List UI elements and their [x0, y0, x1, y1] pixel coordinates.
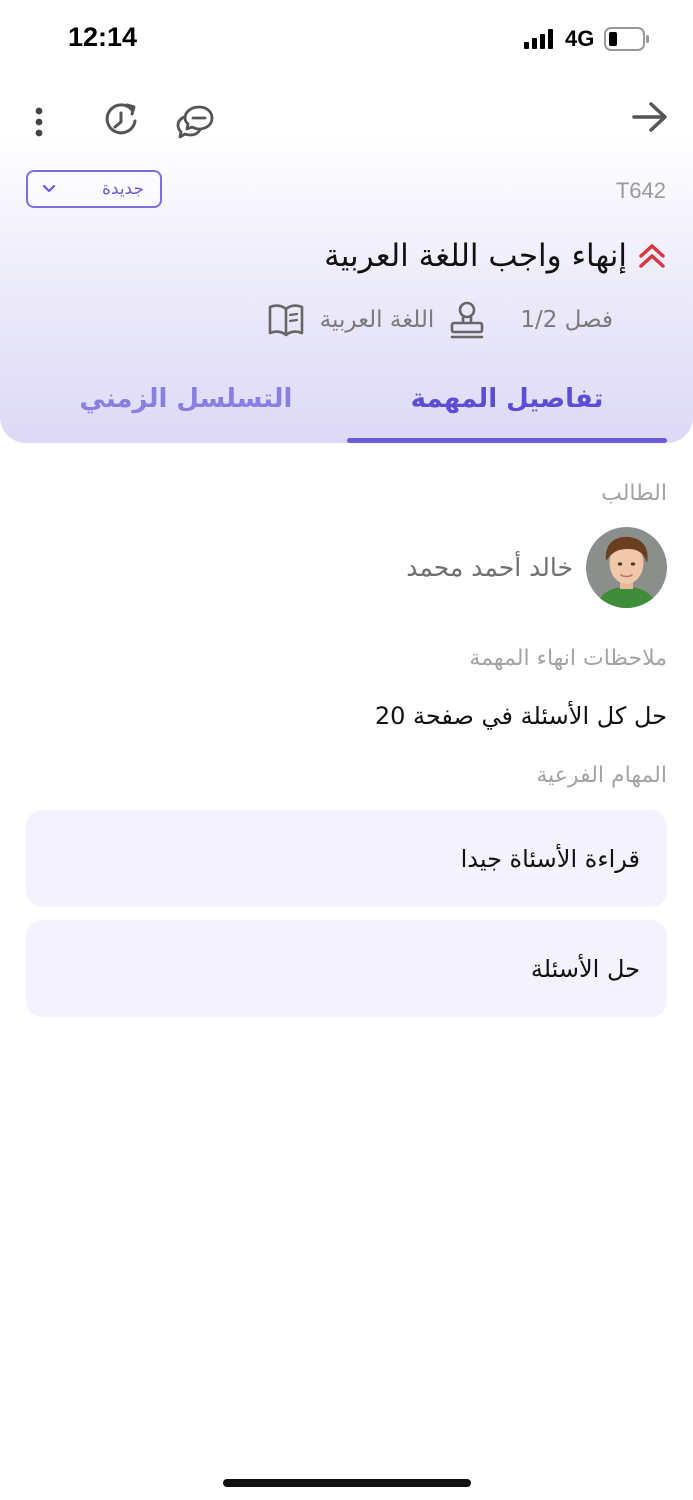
student-label: الطالب	[601, 481, 667, 506]
chat-button[interactable]	[174, 100, 216, 142]
student-name: خالد أحمد محمد	[406, 553, 573, 582]
active-tab-indicator	[347, 438, 667, 443]
status-dropdown[interactable]: جديدة	[26, 170, 162, 208]
tab-timeline[interactable]: التسلسل الزمني	[26, 384, 346, 414]
class-label: فصل 1/2	[520, 307, 613, 333]
back-button[interactable]	[630, 98, 670, 136]
battery-icon	[604, 27, 649, 51]
more-options-button[interactable]	[26, 104, 52, 140]
more-vertical-icon	[35, 107, 43, 137]
task-title-row: إنهاء واجب اللغة العربية	[324, 238, 667, 274]
header-background	[0, 0, 693, 443]
subject-label: اللغة العربية	[319, 307, 435, 333]
subtasks-label: المهام الفرعية	[536, 763, 667, 788]
chat-bubbles-icon	[176, 105, 214, 139]
arrow-right-icon	[632, 102, 667, 132]
notes-text: حل كل الأسئلة في صفحة 20	[374, 702, 667, 730]
class-stamp-icon	[451, 301, 484, 339]
avatar	[586, 527, 667, 608]
task-id: T642	[615, 178, 666, 203]
subtask-label: قراءة الأسئاة جيدا	[460, 844, 640, 873]
chevron-down-icon	[42, 184, 56, 193]
history-button[interactable]	[100, 100, 142, 142]
status-value: جديدة	[102, 179, 144, 199]
task-meta: اللغة العربية فصل 1/2	[266, 300, 613, 340]
subtask-label: حل الأسئلة	[530, 954, 640, 983]
priority-high-icon	[639, 244, 665, 268]
subtask-item[interactable]: قراءة الأسئاة جيدا	[26, 810, 667, 907]
notes-label: ملاحظات انهاء المهمة	[469, 646, 667, 671]
signal-icon	[524, 29, 553, 49]
history-clock-icon	[105, 103, 137, 135]
status-time: 12:14	[68, 22, 138, 52]
subtask-item[interactable]: حل الأسئلة	[26, 920, 667, 1017]
book-icon	[268, 304, 304, 337]
network-label: 4G	[565, 26, 595, 51]
task-title: إنهاء واجب اللغة العربية	[324, 238, 627, 274]
home-indicator	[223, 1479, 471, 1487]
tab-task-details[interactable]: تفاصيل المهمة	[347, 384, 667, 414]
